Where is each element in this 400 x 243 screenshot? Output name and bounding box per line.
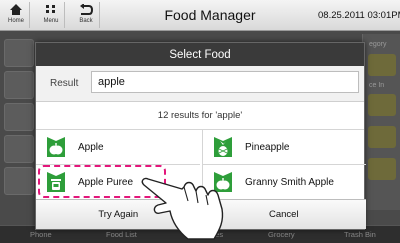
food-item-name: Pineapple <box>245 141 290 153</box>
bottom-nav-grocery[interactable]: Grocery <box>268 230 295 239</box>
food-item-granny-smith-apple[interactable]: Granny Smith Apple <box>202 165 366 200</box>
background-tile <box>4 103 34 131</box>
dialog-title: Select Food <box>36 43 364 66</box>
pineapple-icon <box>211 135 235 159</box>
result-input[interactable]: apple <box>91 71 359 93</box>
food-item-apple[interactable]: Apple <box>36 130 200 165</box>
home-button[interactable]: Home <box>3 2 30 28</box>
top-bar: Home Menu Back Food Manager 08.25.2011 0… <box>0 0 400 31</box>
result-count: 12 results for 'apple' <box>36 102 364 130</box>
menu-button[interactable]: Menu <box>38 2 65 28</box>
home-label: Home <box>7 18 24 24</box>
back-button[interactable]: Back <box>73 2 100 28</box>
background-tile <box>4 71 34 99</box>
category-panel: egory ce In <box>362 34 400 210</box>
background-tile <box>4 39 34 67</box>
food-item-name: Apple <box>78 141 104 153</box>
food-item-pineapple[interactable]: Pineapple <box>202 130 366 165</box>
back-arrow-icon <box>79 2 93 17</box>
apple-icon <box>44 135 68 159</box>
back-label: Back <box>79 18 93 24</box>
result-label: Result <box>50 78 79 89</box>
datetime: 08.25.2011 03:01PM <box>318 10 400 21</box>
result-row: Result apple <box>36 66 364 102</box>
category-tile <box>368 158 396 180</box>
category-panel-label: egory <box>369 41 387 48</box>
category-tile <box>368 54 396 76</box>
bottom-nav-food-list[interactable]: Food List <box>106 230 137 239</box>
pointing-hand-icon <box>141 177 224 240</box>
app-title: Food Manager <box>164 7 256 23</box>
grid-menu-icon <box>45 2 57 17</box>
category-panel-label-2: ce In <box>369 82 385 89</box>
menu-label: Menu <box>43 18 59 24</box>
category-tile <box>368 126 396 148</box>
background-tile <box>4 135 34 163</box>
food-item-name: Granny Smith Apple <box>245 176 334 188</box>
bottom-nav-phone[interactable]: Phone <box>30 230 52 239</box>
category-tile <box>368 94 396 116</box>
background-tile <box>4 167 34 195</box>
home-icon <box>9 2 23 17</box>
bottom-nav-trash-bin[interactable]: Trash Bin <box>344 230 376 239</box>
